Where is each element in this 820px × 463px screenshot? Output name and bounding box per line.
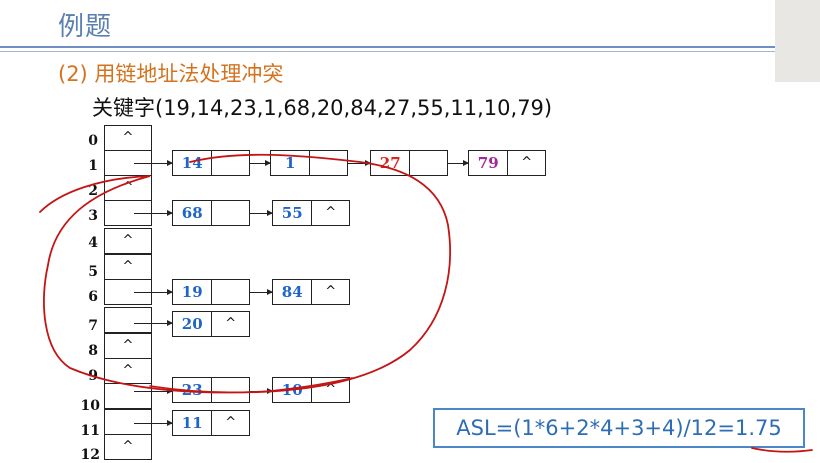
circle-mark [39,153,451,394]
handwritten-annotation [39,153,813,453]
result-underline-mark [751,447,813,453]
